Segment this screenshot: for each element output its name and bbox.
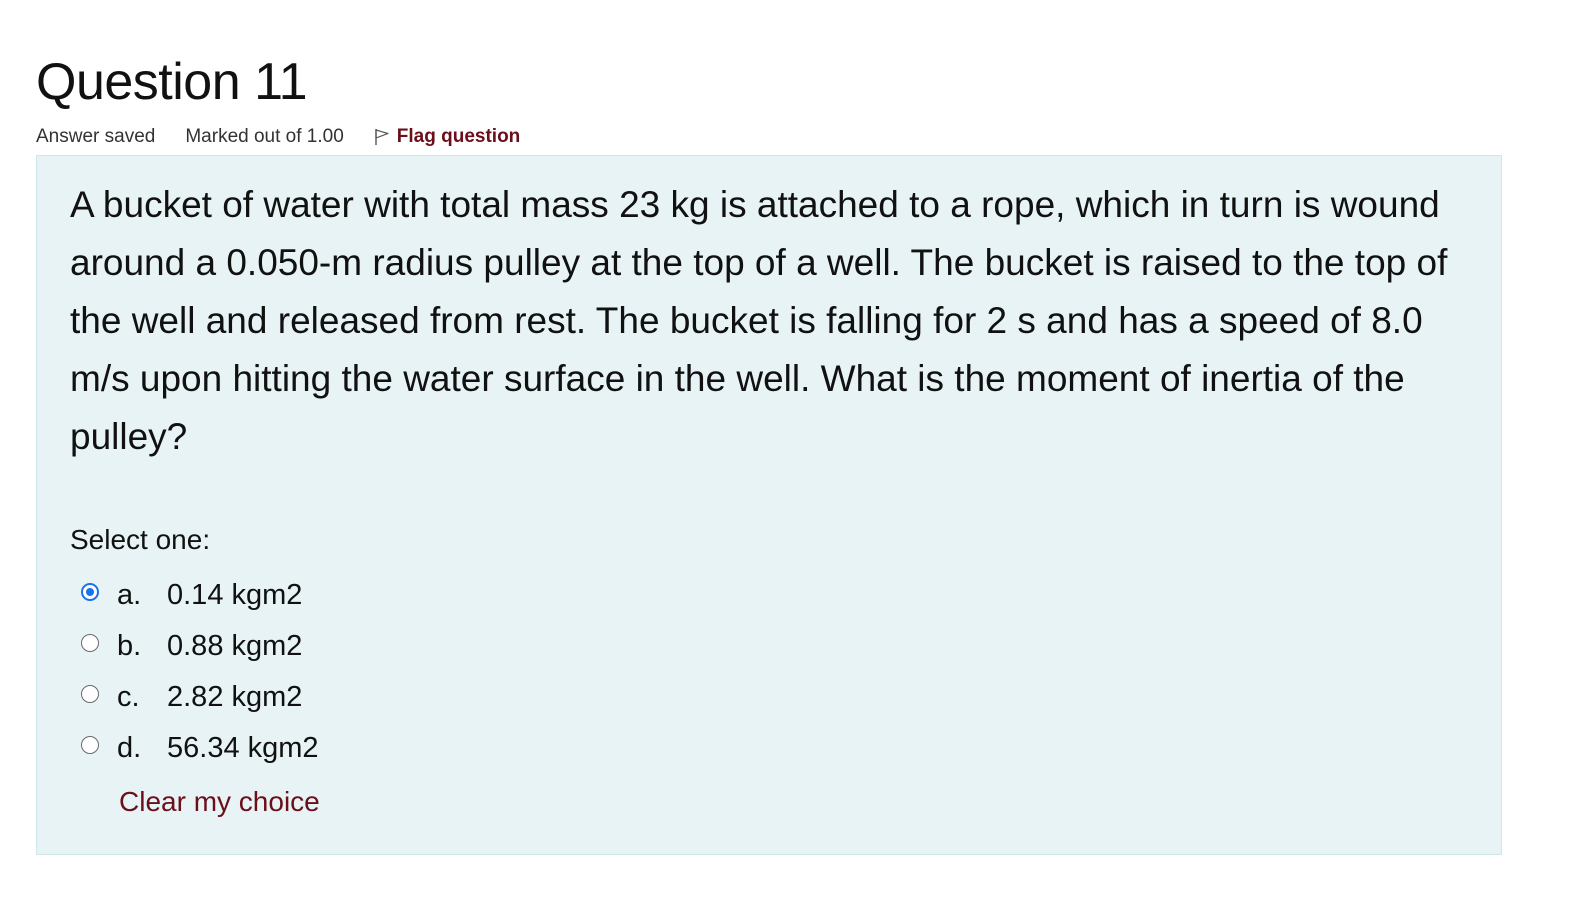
option-label: 0.88 kgm2 <box>167 630 303 662</box>
select-prompt: Select one: <box>70 524 211 555</box>
flag-icon <box>375 129 389 145</box>
answer-option-b[interactable]: b. 0.88 kgm2 <box>81 621 319 672</box>
option-letter: b. <box>117 630 142 662</box>
radio-b[interactable] <box>81 633 99 652</box>
flag-question-label: Flag question <box>396 126 521 147</box>
radio-c[interactable] <box>81 684 99 703</box>
option-letter: c. <box>117 681 140 713</box>
answer-option-d[interactable]: d. 56.34 kgm2 <box>81 723 319 774</box>
clear-choice-link[interactable]: Clear my choice <box>119 786 320 818</box>
radio-d[interactable] <box>81 735 99 754</box>
answer-options: a. 0.14 kgm2 b. 0.88 kgm2 c. 2.82 kgm2 d… <box>81 570 319 774</box>
option-label: 0.14 kgm2 <box>167 579 303 611</box>
option-letter: a. <box>117 579 142 611</box>
answer-option-a[interactable]: a. 0.14 kgm2 <box>81 570 319 621</box>
option-label: 2.82 kgm2 <box>167 681 303 713</box>
answer-state: Answer saved <box>36 126 156 147</box>
question-info: Answer saved Marked out of 1.00 Flag que… <box>36 124 520 150</box>
question-title: Question 11 <box>36 53 308 111</box>
question-grade: Marked out of 1.00 <box>185 126 344 147</box>
flag-question-button[interactable]: Flag question <box>374 126 521 148</box>
option-letter: d. <box>117 732 142 764</box>
radio-a[interactable] <box>81 582 99 601</box>
question-page: Question 11 Answer saved Marked out of 1… <box>0 0 1578 916</box>
question-formulation: A bucket of water with total mass 23 kg … <box>36 155 1502 855</box>
question-text: A bucket of water with total mass 23 kg … <box>70 184 1448 457</box>
option-label: 56.34 kgm2 <box>167 732 319 764</box>
answer-option-c[interactable]: c. 2.82 kgm2 <box>81 672 319 723</box>
